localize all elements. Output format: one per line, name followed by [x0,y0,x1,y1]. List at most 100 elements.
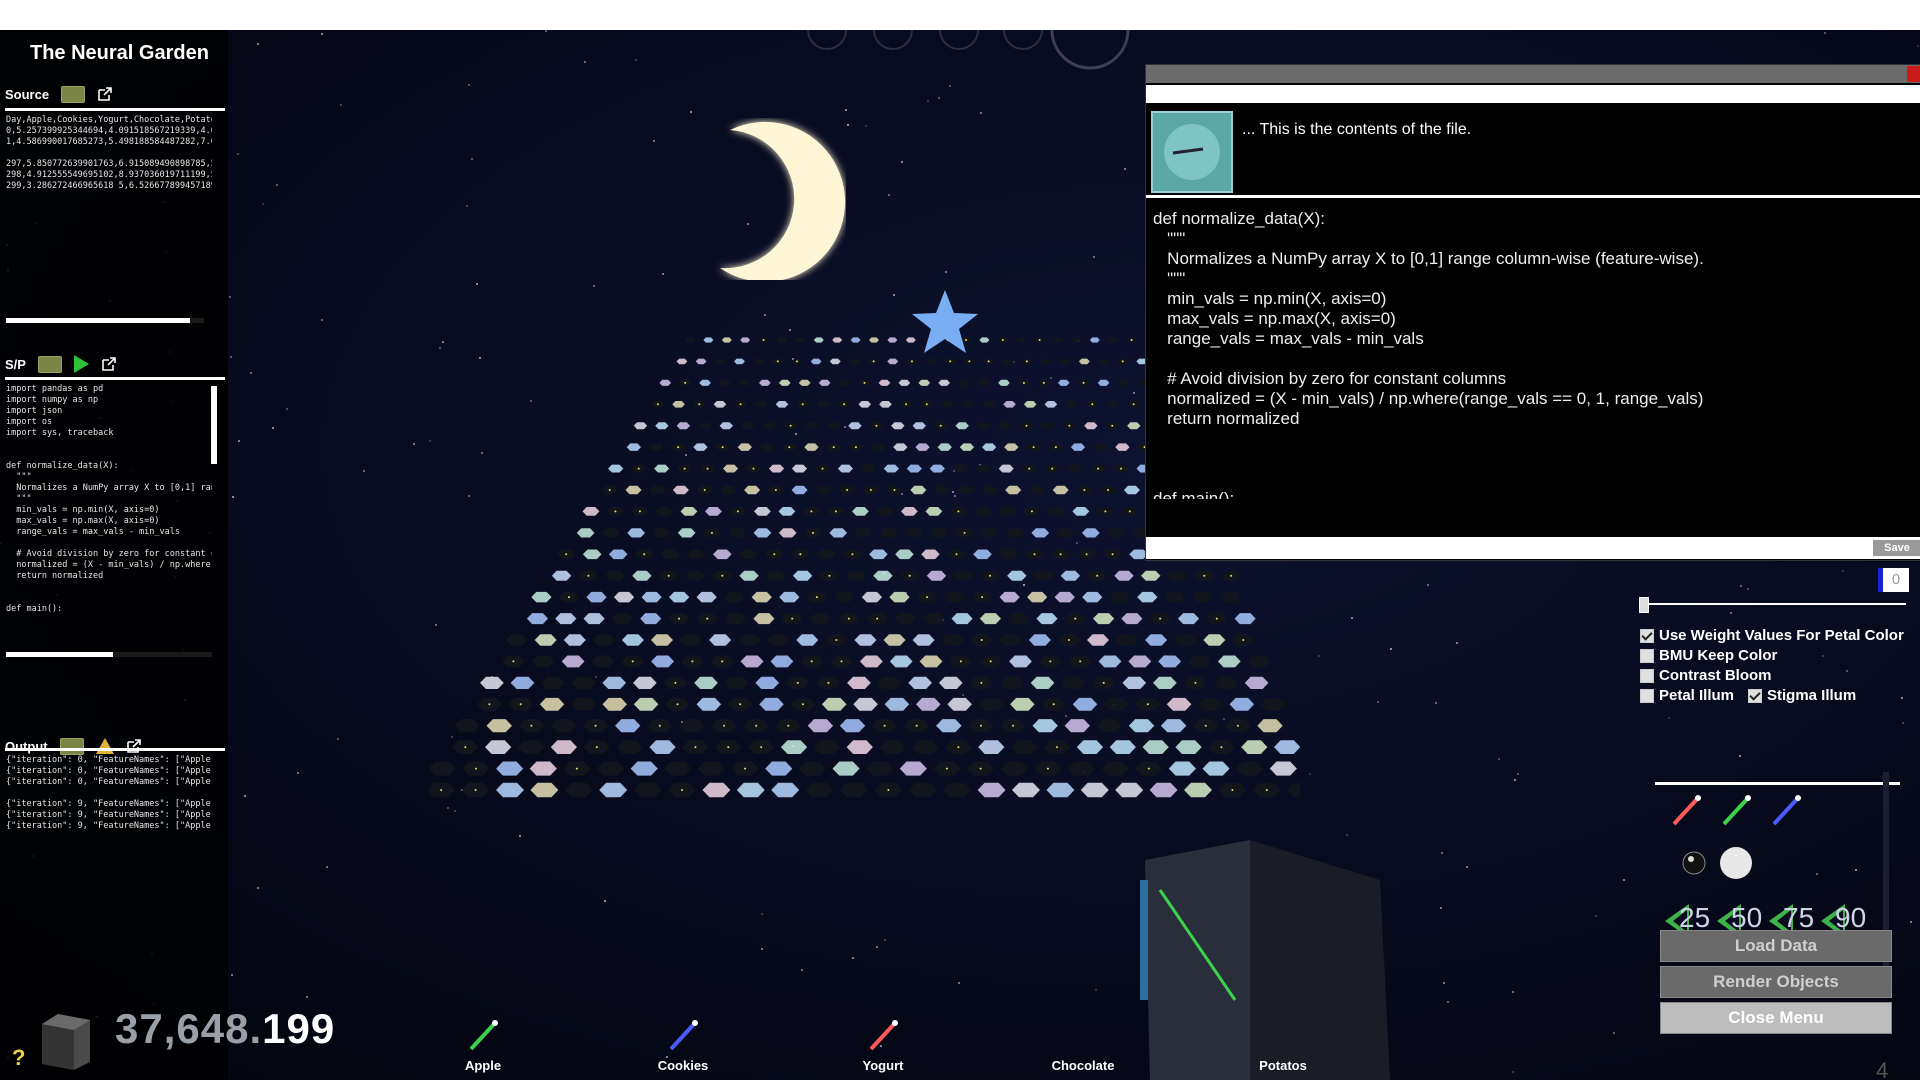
garden-cell[interactable] [1198,697,1223,711]
garden-cell[interactable] [894,613,916,625]
garden-cell[interactable] [951,613,973,625]
garden-cell[interactable] [958,379,970,386]
garden-cell[interactable] [1101,761,1129,776]
garden-cell[interactable] [652,528,671,538]
garden-cell[interactable] [921,549,940,560]
garden-cell[interactable] [998,379,1010,386]
feature-cookies[interactable]: Cookies [658,1058,709,1073]
garden-cell[interactable] [679,719,705,733]
garden-cell[interactable] [938,379,950,386]
garden-cell[interactable] [699,379,711,386]
garden-cell[interactable] [837,464,853,473]
garden-cell[interactable] [1104,697,1129,711]
garden-cell[interactable] [941,634,964,646]
check-weight-values[interactable]: Use Weight Values For Petal Color [1640,627,1904,644]
source-data-text[interactable]: Day,Apple,Cookies,Yogurt,Chocolate,Potat… [6,115,212,205]
garden-cell[interactable] [1188,655,1211,668]
garden-cell[interactable] [739,379,751,386]
green-pin-icon[interactable] [1718,792,1754,828]
garden-cell[interactable] [815,485,832,495]
garden-cell[interactable] [496,761,524,776]
garden-cell[interactable] [685,337,695,343]
garden-cell[interactable] [1114,570,1134,581]
garden-cell[interactable] [795,337,806,343]
garden-cell[interactable] [741,422,755,430]
garden-cell[interactable] [1057,379,1070,386]
garden-cell[interactable] [982,401,996,408]
garden-cell[interactable] [1241,740,1268,754]
garden-cell[interactable] [611,613,633,625]
garden-cell[interactable] [626,443,641,451]
garden-cell[interactable] [739,549,758,560]
checkbox[interactable] [1748,688,1762,703]
garden-cell[interactable] [1160,719,1187,733]
garden-cell[interactable] [1002,358,1014,365]
garden-cell[interactable] [947,697,972,711]
garden-cell[interactable] [719,422,733,430]
garden-cell[interactable] [941,401,954,408]
garden-cell[interactable] [1166,697,1192,711]
garden-cell[interactable] [979,337,990,343]
slider-track[interactable] [1640,603,1906,605]
garden-cell[interactable] [1028,485,1045,495]
garden-cell[interactable] [1107,528,1125,538]
garden-cell[interactable] [649,485,666,495]
garden-cell[interactable] [571,697,596,711]
garden-cell[interactable] [859,655,883,668]
garden-cell[interactable] [853,697,878,711]
garden-cell[interactable] [697,761,726,776]
warning-icon[interactable] [95,738,114,754]
garden-cell[interactable] [586,591,607,603]
file-contents-code[interactable]: def normalize_data(X): """ Normalizes a … [1153,209,1913,499]
garden-cell[interactable] [656,507,673,516]
garden-cell[interactable] [654,464,670,473]
garden-cell[interactable] [1041,422,1055,430]
garden-cell[interactable] [762,422,776,430]
garden-cell[interactable] [428,761,456,776]
garden-cell[interactable] [713,401,727,408]
garden-cell[interactable] [659,379,672,386]
garden-cell[interactable] [1009,655,1032,668]
garden-cell[interactable] [829,358,841,365]
garden-cell[interactable] [627,528,645,538]
garden-cell[interactable] [775,401,789,408]
garden-cell[interactable] [1056,528,1075,538]
garden-cell[interactable] [1007,570,1027,581]
external-link-icon[interactable] [97,86,113,102]
checkbox[interactable] [1640,688,1654,703]
garden-cell[interactable] [661,549,680,560]
garden-cell[interactable] [910,485,927,495]
garden-cell[interactable] [889,655,913,668]
garden-cell[interactable] [1011,740,1038,754]
garden-cell[interactable] [944,591,965,603]
garden-cell[interactable] [1247,655,1271,668]
garden-cell[interactable] [608,549,628,560]
script-code-text[interactable]: import pandas as pd import numpy as np i… [6,384,212,644]
garden-cell[interactable] [633,676,657,689]
garden-cell[interactable] [973,549,992,560]
garden-cell[interactable] [780,740,808,754]
garden-cell[interactable] [1016,337,1027,343]
garden-cell[interactable] [805,782,834,798]
garden-cell[interactable] [767,634,790,646]
garden-cell[interactable] [602,676,627,689]
garden-cell[interactable] [883,464,899,473]
garden-cell[interactable] [908,676,932,689]
garden-cell[interactable] [981,485,998,495]
popup-filename-field[interactable] [1146,85,1920,103]
garden-cell[interactable] [583,613,605,625]
garden-cell[interactable] [1269,761,1297,776]
garden-cell[interactable] [974,507,992,516]
garden-cell[interactable] [978,379,990,386]
garden-cell[interactable] [1116,634,1139,646]
garden-cell[interactable] [832,761,860,776]
garden-cell[interactable] [1217,655,1241,668]
garden-cell[interactable] [999,591,1020,603]
garden-cell[interactable] [672,401,685,408]
garden-cell[interactable] [669,591,690,603]
blue-pin-icon[interactable] [665,1017,701,1053]
garden-cell[interactable] [959,443,975,451]
garden-cell[interactable] [738,634,761,646]
garden-cell[interactable] [561,655,585,668]
garden-cell[interactable] [832,337,843,343]
